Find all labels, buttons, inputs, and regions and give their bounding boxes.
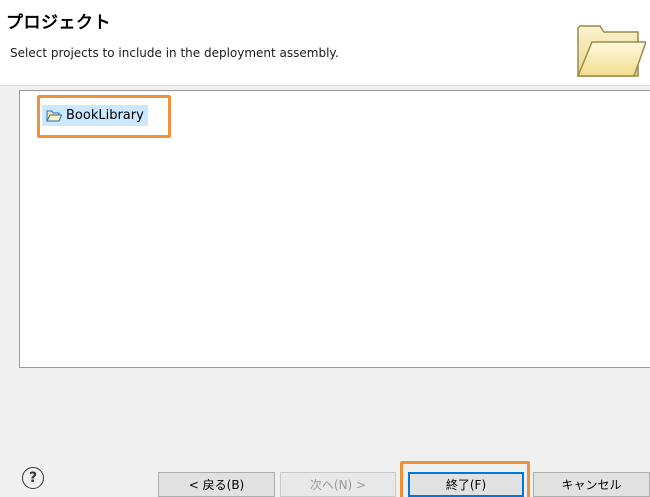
folder-open-icon [576,25,646,77]
next-button[interactable]: 次へ(N) > [280,472,396,497]
deployment-assembly-dialog: プロジェクト Select projects to include in the… [0,0,650,497]
folder-open-icon [46,110,62,121]
back-button[interactable]: < 戻る(B) [158,472,275,497]
project-list[interactable]: BookLibrary [19,90,650,368]
header-banner: プロジェクト Select projects to include in the… [0,0,650,86]
finish-button[interactable]: 終了(F) [408,472,524,497]
cancel-button[interactable]: キャンセル [533,472,650,497]
help-button[interactable]: ? [22,467,44,489]
page-title: プロジェクト [6,13,111,33]
list-item[interactable]: BookLibrary [42,105,148,126]
project-name: BookLibrary [66,108,144,123]
page-description: Select projects to include in the deploy… [10,46,339,60]
